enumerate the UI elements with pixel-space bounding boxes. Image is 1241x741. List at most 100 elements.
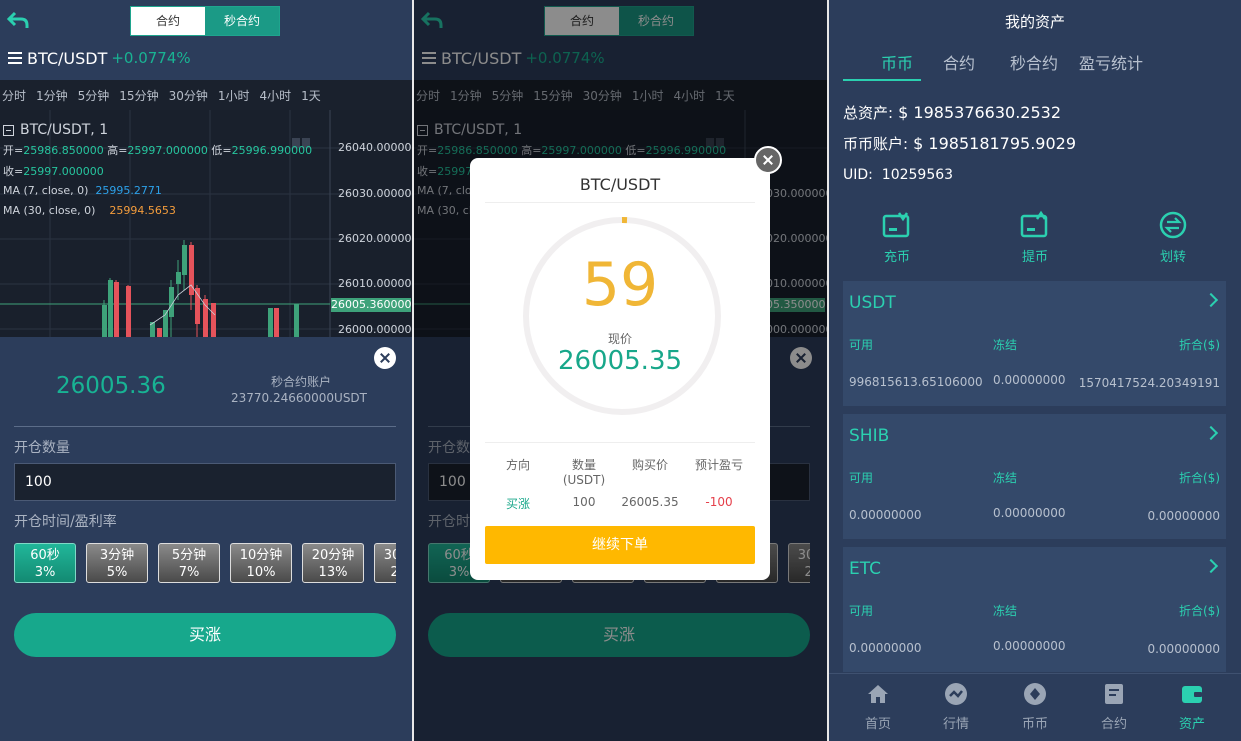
current-price: 26005.36 [56, 373, 166, 399]
ma30-label: MA (30, close, 0) [3, 204, 96, 217]
tab-spot[interactable]: 币币 [867, 50, 927, 74]
uid-label: UID: [843, 167, 873, 183]
y-tick: 26040.000000 [338, 141, 412, 154]
col-header: 预计盈亏 [694, 458, 743, 472]
collapse-icon[interactable] [3, 124, 14, 136]
tabbar-contract[interactable]: 合约 [1084, 682, 1144, 732]
qty-input[interactable]: 100 [14, 463, 396, 501]
tabbar-market[interactable]: 行情 [926, 682, 986, 732]
close-value: 25997.000000 [23, 165, 104, 178]
ma7-line: MA (7, close, 0) 25995.2771 [3, 184, 162, 197]
equiv-header: 折合($) [1179, 338, 1220, 352]
kline-chart[interactable]: BTC/USDT, 1 开=25986.850000 高=25997.00000… [0, 110, 412, 337]
ohlc-line: 开=25986.850000 高=25997.000000 低=25996.99… [3, 142, 312, 158]
duration-option-5m[interactable]: 5分钟 7% [158, 543, 220, 583]
duration-options: 60秒3% 3分钟5% 5分钟7% 10分钟10% 20分钟13% 30分钟20… [14, 543, 396, 585]
tabbar-label: 合约 [1100, 717, 1127, 732]
pnl-value: -100 [705, 495, 733, 509]
option-time: 3分钟 [99, 548, 135, 563]
total-label: 总资产: [843, 104, 894, 122]
y-tick: 26000.000000 [338, 323, 412, 336]
continue-order-button[interactable]: 继续下单 [485, 526, 755, 564]
countdown-value: 59 [581, 250, 659, 320]
option-rate: 5% [106, 565, 128, 580]
option-time: 10分钟 [239, 548, 283, 563]
y-tick: 26030.000000 [338, 187, 412, 200]
asset-card-shib[interactable]: SHIB 可用 冻结 折合($) 0.00000000 0.00000000 0… [843, 414, 1226, 539]
transfer-button[interactable]: 划转 [1143, 210, 1203, 265]
bottom-tabbar: 首页 行情 币币 合约 资产 [829, 673, 1241, 741]
chevron-right-icon[interactable] [1203, 292, 1219, 308]
duration-option-3m[interactable]: 3分钟 5% [86, 543, 148, 583]
equiv-value: 0.00000000 [1147, 509, 1220, 523]
tab-contract[interactable]: 合约 [943, 50, 975, 74]
buy-price-value: 26005.35 [621, 495, 679, 509]
available-value: 996815613.65106000 [849, 375, 983, 389]
option-time: 20分钟 [311, 548, 355, 563]
modal-close-icon[interactable] [754, 146, 782, 174]
available-header: 可用 [849, 338, 874, 352]
ma30-value: 25994.5653 [109, 204, 176, 217]
coin-icon [1024, 683, 1046, 705]
tab-underline [843, 79, 921, 81]
back-icon[interactable] [6, 8, 30, 32]
buy-up-button[interactable]: 买涨 [14, 613, 396, 657]
contract-icon [1105, 684, 1123, 704]
ma7-value: 25995.2771 [95, 184, 162, 197]
uid-value: 10259563 [881, 167, 954, 183]
tabbar-label: 行情 [942, 717, 969, 732]
frozen-header: 冻结 [993, 338, 1018, 352]
total-assets: 总资产: $ 1985376630.2532 [843, 102, 1061, 123]
now-price-value: 26005.35 [557, 346, 683, 376]
tabbar-spot[interactable]: 币币 [1005, 682, 1065, 732]
tabbar-home[interactable]: 首页 [848, 682, 908, 732]
asset-card-etc[interactable]: ETC 可用 冻结 折合($) 0.00000000 0.00000000 0.… [843, 547, 1226, 672]
high-label: 高= [107, 144, 128, 157]
tab-second-contract[interactable]: 秒合约 [205, 7, 279, 35]
available-header: 可用 [849, 604, 874, 618]
transfer-icon [1159, 211, 1187, 239]
duration-option-10m[interactable]: 10分钟 10% [230, 543, 292, 583]
tf-item[interactable]: 4小时 [260, 87, 292, 104]
tab-contract[interactable]: 合约 [131, 7, 205, 35]
withdraw-icon [1020, 210, 1048, 238]
transfer-label: 划转 [1159, 250, 1186, 265]
order-summary: 方向 数量(USDT) 购买价 预计盈亏 买涨 100 26005.35 -10… [485, 456, 755, 512]
tf-item[interactable]: 1天 [301, 87, 321, 104]
mode-switch: 合约 秒合约 [130, 6, 280, 36]
duration-option-60s[interactable]: 60秒 3% [14, 543, 76, 583]
available-header: 可用 [849, 471, 874, 485]
pair-selector[interactable]: BTC/USDT +0.0774% [8, 46, 191, 70]
tab-pnl[interactable]: 盈亏统计 [1079, 50, 1143, 74]
chevron-right-icon[interactable] [1203, 558, 1219, 574]
low-label: 低= [211, 144, 232, 157]
menu-icon[interactable] [8, 52, 22, 64]
coin-label: 币币账户: [843, 135, 909, 153]
asset-card-usdt[interactable]: USDT 可用 冻结 折合($) 996815613.65106000 0.00… [843, 281, 1226, 406]
option-rate: 7% [178, 565, 200, 580]
trade-screen: 合约 秒合约 BTC/USDT +0.0774% 分时 1分钟 5分钟 15分钟… [0, 0, 412, 741]
option-rate: 20% [390, 565, 396, 580]
col-header: 数量(USDT) [562, 458, 606, 487]
duration-option-30m[interactable]: 30分钟 20% [374, 543, 396, 583]
frozen-value: 0.00000000 [993, 373, 1066, 387]
equiv-header: 折合($) [1179, 604, 1220, 618]
coin-value: $ 1985181795.9029 [913, 134, 1077, 153]
tf-item[interactable]: 分时 [2, 87, 26, 104]
tf-item[interactable]: 1小时 [218, 87, 250, 104]
close-icon[interactable] [374, 347, 396, 369]
frozen-value: 0.00000000 [993, 639, 1066, 653]
assets-screen: 我的资产 币币 合约 秒合约 盈亏统计 总资产: $ 1985376630.25… [829, 0, 1241, 741]
chart-title: BTC/USDT, 1 [3, 122, 108, 138]
chevron-right-icon[interactable] [1203, 425, 1219, 441]
deposit-button[interactable]: 充币 [867, 210, 927, 265]
tf-item[interactable]: 1分钟 [36, 87, 68, 104]
tf-item[interactable]: 5分钟 [78, 87, 110, 104]
tf-item[interactable]: 15分钟 [119, 87, 158, 104]
duration-option-20m[interactable]: 20分钟 13% [302, 543, 364, 583]
tab-second-contract[interactable]: 秒合约 [1010, 50, 1058, 74]
option-rate: 13% [318, 565, 348, 580]
withdraw-button[interactable]: 提币 [1005, 210, 1065, 265]
tabbar-assets[interactable]: 资产 [1162, 682, 1222, 732]
tf-item[interactable]: 30分钟 [169, 87, 208, 104]
